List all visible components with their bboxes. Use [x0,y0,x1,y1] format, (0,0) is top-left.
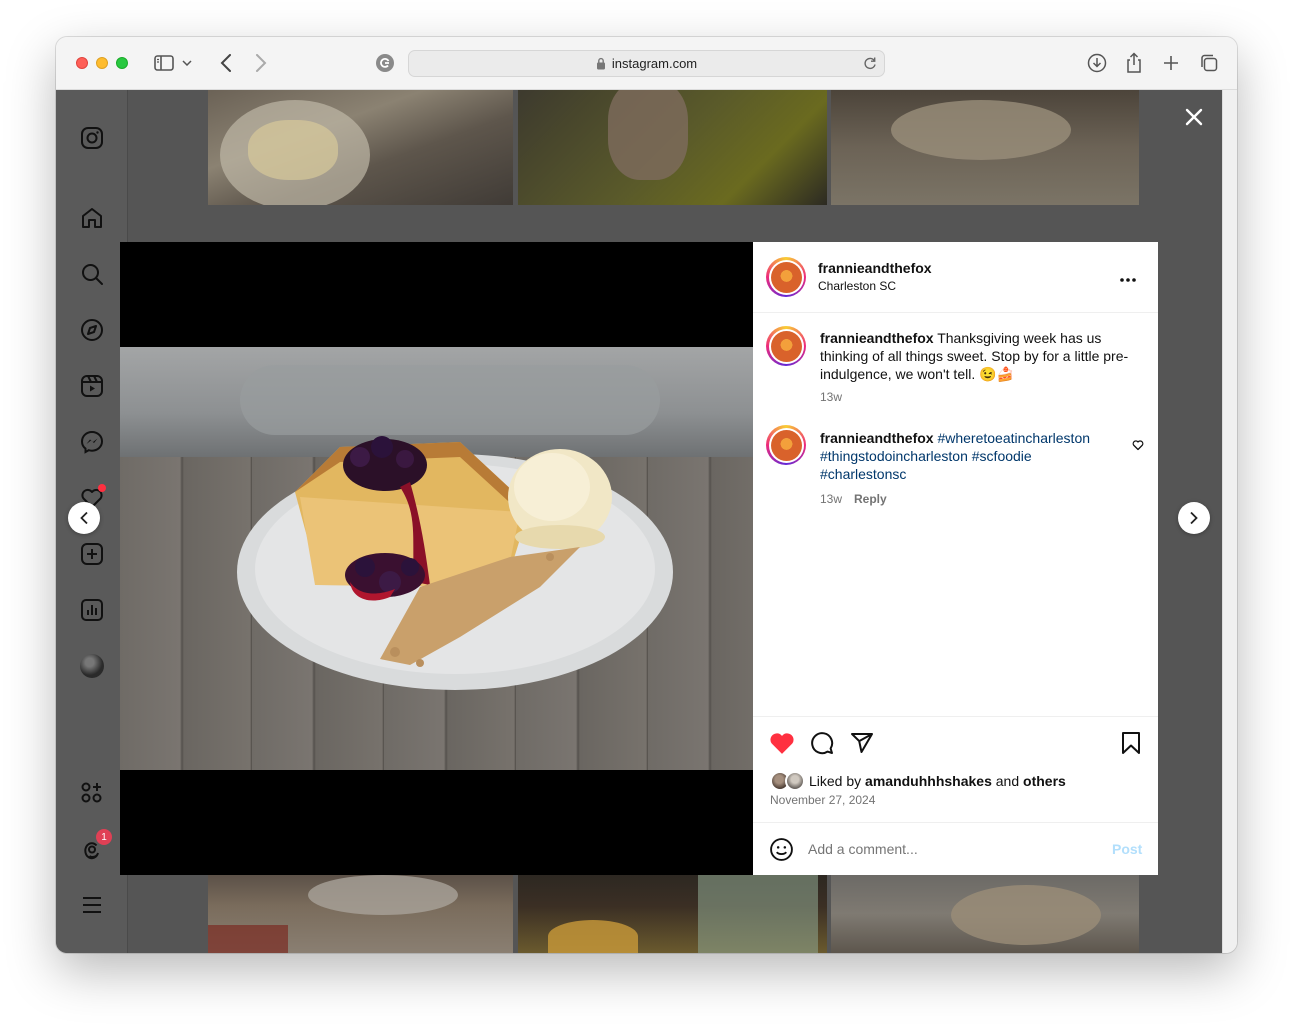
reload-icon[interactable] [862,55,878,74]
more-options-icon[interactable] [1119,270,1137,288]
search-icon[interactable] [78,260,106,288]
author-avatar[interactable] [766,257,806,297]
divider [753,822,1158,823]
next-post-button[interactable] [1178,502,1210,534]
caption-time[interactable]: 13w [820,390,842,404]
caption-avatar[interactable] [766,326,806,366]
comment-input[interactable] [808,838,1098,860]
apps-icon[interactable] [78,779,106,807]
home-icon[interactable] [78,204,106,232]
address-bar[interactable]: instagram.com [408,50,885,77]
download-icon[interactable] [1085,51,1109,75]
author-username[interactable]: frannieandthefox [818,260,932,276]
save-bookmark-icon[interactable] [1120,731,1142,760]
close-window-button[interactable] [76,57,88,69]
back-icon[interactable] [214,51,238,75]
post-media[interactable] [120,242,753,875]
close-modal-icon[interactable] [1182,105,1206,129]
chevron-right-icon [1190,511,1198,525]
comment-icon[interactable] [810,731,834,760]
reader-icon[interactable] [373,51,397,75]
chevron-down-icon[interactable] [180,51,194,75]
divider [753,716,1158,717]
comment-username[interactable]: frannieandthefox [820,430,934,446]
more-menu-icon[interactable] [78,891,106,919]
minimize-window-button[interactable] [96,57,108,69]
comment-text: frannieandthefox #wheretoeatincharleston… [820,429,1120,483]
post-location[interactable]: Charleston SC [818,279,896,293]
caption-username[interactable]: frannieandthefox [820,330,934,346]
url-text: instagram.com [611,56,698,71]
liked-by-user[interactable]: amanduhhhshakes [865,773,992,789]
page-scrollbar[interactable] [1222,90,1237,953]
maximize-window-button[interactable] [116,57,128,69]
lock-icon [596,57,605,70]
emoji-icon[interactable] [769,837,794,867]
sidebar-icon[interactable] [152,51,176,75]
previous-post-button[interactable] [68,502,100,534]
tabs-icon[interactable] [1197,51,1221,75]
comment-time[interactable]: 13w [820,492,842,506]
liker-avatar[interactable] [785,771,805,791]
profile-avatar[interactable] [78,652,106,680]
post-date[interactable]: November 27, 2024 [770,793,875,807]
caption-text: frannieandthefox Thanksgiving week has u… [820,329,1130,383]
browser-toolbar: instagram.com [56,37,1237,90]
forward-icon[interactable] [249,51,273,75]
instagram-logo-icon[interactable] [78,124,106,152]
dashboard-icon[interactable] [78,596,106,624]
grid-tile[interactable] [831,875,1139,953]
grid-tile[interactable] [518,875,827,953]
grid-tile[interactable] [208,875,513,953]
post-photo [120,347,753,770]
share-icon[interactable] [1122,51,1146,75]
reply-button[interactable]: Reply [854,492,887,506]
comment-avatar[interactable] [766,425,806,465]
post-comment-button[interactable]: Post [1112,841,1142,857]
share-post-icon[interactable] [850,731,874,760]
like-comment-icon[interactable] [1132,438,1144,456]
new-tab-icon[interactable] [1159,51,1183,75]
reels-icon[interactable] [78,372,106,400]
create-icon[interactable] [78,540,106,568]
threads-icon[interactable]: 1 [78,829,112,863]
chevron-left-icon [80,511,88,525]
grid-tile[interactable] [208,90,513,205]
grid-tile[interactable] [518,90,827,205]
liked-heart-icon[interactable] [769,731,795,760]
liked-by-and: and [991,773,1024,789]
threads-badge: 1 [96,829,112,845]
browser-window: instagram.com 1 frannieandthefox Charles… [56,37,1237,953]
messenger-icon[interactable] [78,428,106,456]
post-details-panel: frannieandthefox Charleston SC franniean… [753,242,1158,875]
explore-icon[interactable] [78,316,106,344]
liked-by-text: Liked by amanduhhhshakes and others [809,772,1066,790]
post-header: frannieandthefox Charleston SC [753,242,1158,313]
liked-by-prefix: Liked by [809,773,866,789]
notification-dot [98,484,106,492]
liked-by-others[interactable]: others [1023,773,1066,789]
grid-tile[interactable] [831,90,1139,205]
page-content: 1 frannieandthefox Charleston SC frannie… [56,90,1222,953]
